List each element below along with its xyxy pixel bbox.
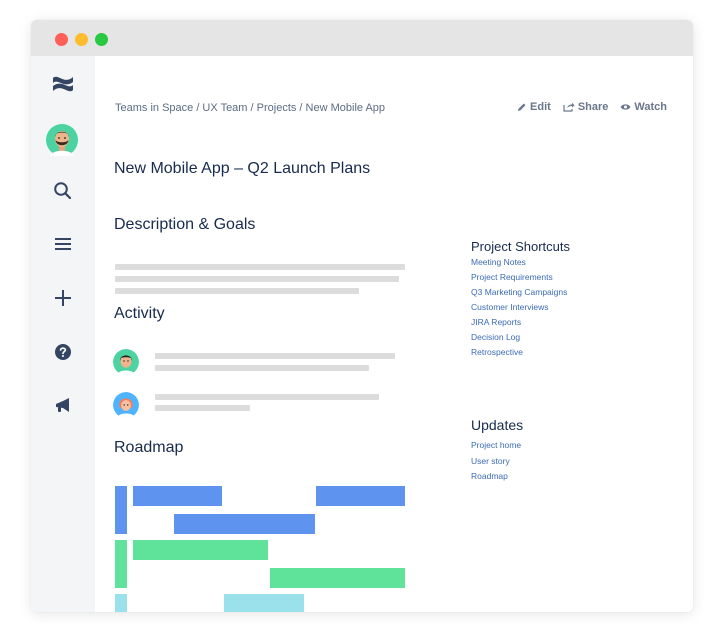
roadmap-bar[interactable]	[133, 540, 268, 560]
shortcut-link-retrospective[interactable]: Retrospective	[471, 347, 523, 357]
content-area: Teams in Space / UX Team / Projects / Ne…	[95, 56, 693, 612]
shortcut-link-customer-interviews[interactable]: Customer Interviews	[471, 302, 548, 312]
shortcuts-heading: Project Shortcuts	[471, 239, 570, 254]
minimize-window-button[interactable]	[75, 33, 88, 46]
activity-avatar-1[interactable]	[113, 349, 139, 375]
watch-button[interactable]: Watch	[620, 101, 667, 113]
activity-avatar-2[interactable]	[113, 392, 139, 418]
confluence-logo-icon[interactable]	[49, 70, 77, 98]
window-titlebar	[31, 20, 693, 56]
roadmap-lane-marker	[115, 594, 127, 612]
notifications-icon[interactable]	[49, 392, 77, 420]
edit-label: Edit	[530, 101, 551, 113]
update-link-roadmap[interactable]: Roadmap	[471, 471, 508, 481]
activity-text-line	[155, 353, 395, 359]
roadmap-bar[interactable]	[270, 568, 405, 588]
pencil-icon	[518, 103, 526, 111]
activity-text-line	[155, 405, 250, 411]
description-text-line	[115, 264, 405, 270]
shortcut-link-project-requirements[interactable]: Project Requirements	[471, 272, 553, 282]
updates-heading: Updates	[471, 417, 524, 433]
help-icon[interactable]	[49, 338, 77, 366]
edit-button[interactable]: Edit	[517, 101, 551, 113]
activity-heading: Activity	[114, 305, 165, 322]
maximize-window-button[interactable]	[95, 33, 108, 46]
roadmap-heading: Roadmap	[114, 439, 184, 456]
shortcut-link-decision-log[interactable]: Decision Log	[471, 332, 520, 342]
avatar[interactable]	[46, 124, 78, 156]
global-sidebar	[31, 56, 95, 612]
eye-icon	[620, 104, 631, 110]
roadmap-bar[interactable]	[174, 514, 315, 534]
description-heading: Description & Goals	[114, 216, 256, 233]
close-window-button[interactable]	[55, 33, 68, 46]
description-text-line	[115, 288, 359, 294]
shortcut-link-q3-marketing[interactable]: Q3 Marketing Campaigns	[471, 287, 567, 297]
menu-icon[interactable]	[49, 230, 77, 258]
update-link-project-home[interactable]: Project home	[471, 440, 521, 450]
activity-text-line	[155, 365, 369, 371]
activity-text-line	[155, 394, 379, 400]
roadmap-lane-marker	[115, 540, 127, 588]
roadmap-bar[interactable]	[133, 486, 222, 506]
watch-label: Watch	[634, 101, 667, 113]
shortcut-link-meeting-notes[interactable]: Meeting Notes	[471, 257, 526, 267]
search-icon[interactable]	[49, 177, 77, 205]
roadmap-bar[interactable]	[224, 594, 304, 612]
add-icon[interactable]	[49, 284, 77, 312]
breadcrumb[interactable]: Teams in Space / UX Team / Projects / Ne…	[115, 102, 385, 114]
page-title: New Mobile App – Q2 Launch Plans	[114, 160, 371, 177]
description-text-line	[115, 276, 399, 282]
share-button[interactable]: Share	[563, 101, 609, 113]
share-label: Share	[577, 101, 609, 113]
roadmap-bar[interactable]	[316, 486, 405, 506]
update-link-user-story[interactable]: User story	[471, 456, 510, 466]
roadmap-lane-marker	[115, 486, 127, 534]
share-icon	[563, 102, 575, 112]
page-actions: Edit Share Watch	[517, 101, 667, 113]
browser-window: Teams in Space / UX Team / Projects / Ne…	[31, 20, 693, 612]
shortcut-link-jira-reports[interactable]: JIRA Reports	[471, 317, 521, 327]
